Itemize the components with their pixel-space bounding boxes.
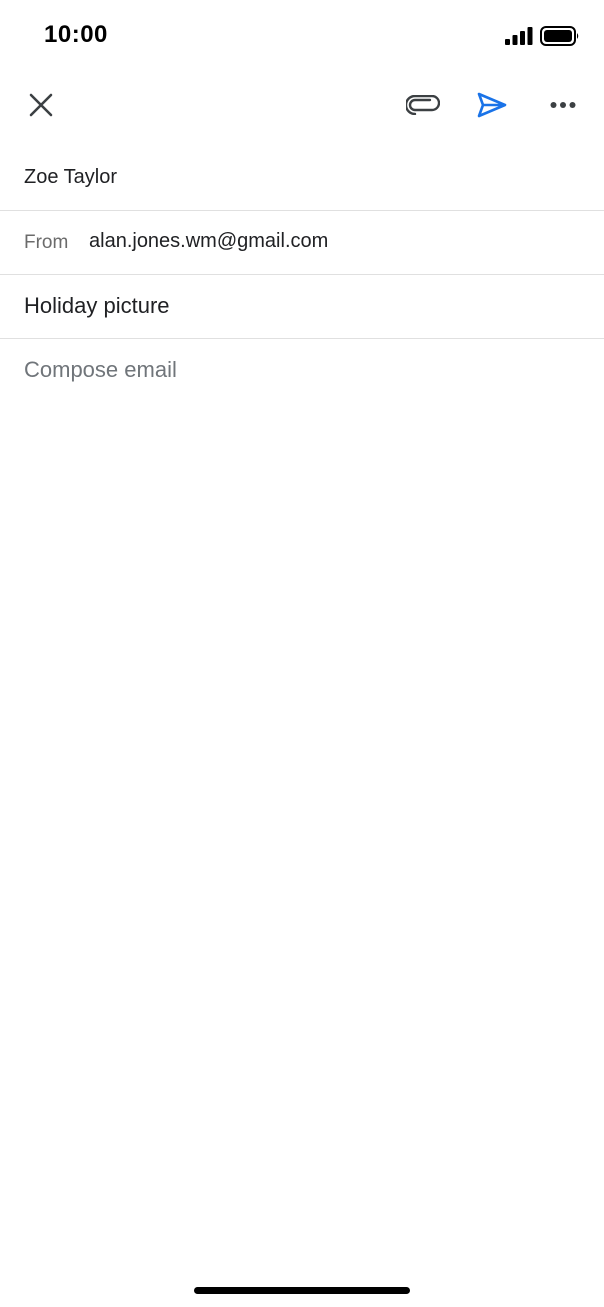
to-field[interactable]: Zoe Taylor: [0, 142, 604, 211]
paperclip-icon: [406, 95, 440, 115]
close-button[interactable]: [17, 81, 65, 129]
from-field[interactable]: From alan.jones.wm@gmail.com: [0, 211, 604, 275]
status-time: 10:00: [44, 21, 108, 48]
battery-icon: [540, 26, 579, 46]
more-options-button[interactable]: [539, 81, 587, 129]
cellular-signal-icon: [505, 27, 533, 45]
home-indicator[interactable]: [194, 1287, 410, 1294]
compose-toolbar: [0, 72, 604, 142]
from-label: From: [24, 232, 69, 253]
status-bar: 10:00: [0, 0, 604, 72]
close-icon: [29, 93, 53, 117]
more-horizontal-icon: [550, 102, 576, 108]
send-button[interactable]: [468, 81, 516, 129]
from-address[interactable]: alan.jones.wm@gmail.com: [89, 230, 328, 253]
subject-input[interactable]: Holiday picture: [24, 293, 170, 319]
to-recipient[interactable]: Zoe Taylor: [24, 166, 117, 189]
subject-field[interactable]: Holiday picture: [0, 275, 604, 339]
attach-button[interactable]: [399, 81, 447, 129]
compose-body-input[interactable]: Compose email: [24, 357, 177, 383]
send-icon: [477, 92, 507, 118]
